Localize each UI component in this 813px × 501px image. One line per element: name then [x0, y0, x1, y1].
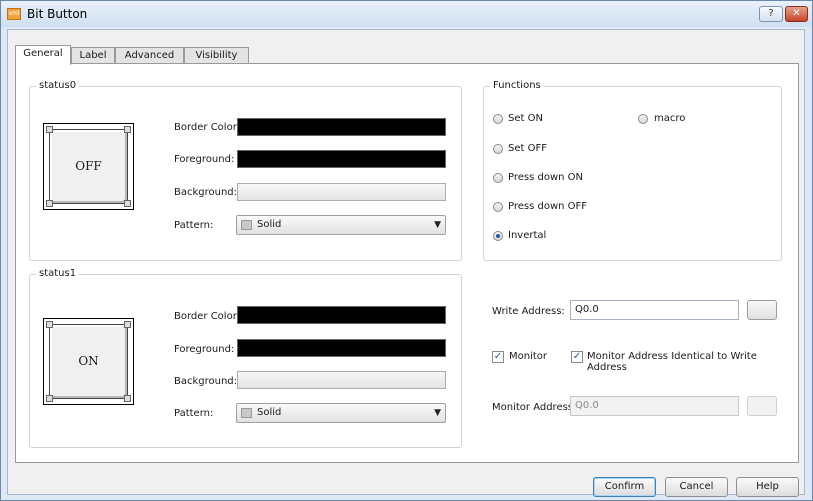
status1-title: status1 [36, 268, 80, 279]
status1-group: status1 ON Border Color: Foreground: Bac… [29, 268, 462, 448]
pattern-label: Pattern: [174, 220, 214, 231]
radio-invertal[interactable] [493, 231, 503, 241]
radio-press-down-on-label[interactable]: Press down ON [508, 172, 583, 183]
radio-set-on-label[interactable]: Set ON [508, 113, 543, 124]
status0-background-swatch[interactable] [237, 183, 446, 201]
corner-handle-icon [46, 126, 53, 133]
corner-handle-icon [46, 395, 53, 402]
general-tab-panel: status0 OFF Border Color: Foreground: Ba… [15, 63, 799, 463]
help-title-button[interactable]: ? [759, 6, 783, 22]
corner-handle-icon [124, 321, 131, 328]
cancel-button[interactable]: Cancel [665, 477, 728, 497]
radio-set-off-label[interactable]: Set OFF [508, 143, 547, 154]
monitor-checkbox-label[interactable]: Monitor [509, 351, 547, 362]
foreground-label: Foreground: [174, 154, 235, 165]
status0-preview: OFF [43, 123, 134, 210]
radio-press-down-off[interactable] [493, 202, 503, 212]
radio-macro[interactable] [638, 114, 648, 124]
title-bar[interactable]: xml Bit Button ? ✕ [1, 1, 812, 27]
status0-pattern-select[interactable]: Solid ▼ [236, 215, 446, 235]
pattern-swatch-icon [241, 220, 252, 230]
background-label: Background: [174, 187, 238, 198]
border-color-label: Border Color: [174, 122, 241, 133]
status0-preview-button: OFF [49, 129, 128, 204]
status1-preview-button: ON [49, 324, 128, 399]
write-address-input[interactable]: Q0.0 [570, 300, 739, 320]
status1-border-color-swatch[interactable] [237, 306, 446, 324]
identical-address-label[interactable]: Monitor Address Identical to Write Addre… [587, 351, 798, 373]
radio-set-on[interactable] [493, 114, 503, 124]
radio-set-off[interactable] [493, 144, 503, 154]
write-address-label: Write Address: [492, 306, 565, 317]
corner-handle-icon [46, 321, 53, 328]
chevron-down-icon: ▼ [434, 220, 441, 230]
status1-background-swatch[interactable] [237, 371, 446, 389]
corner-handle-icon [124, 200, 131, 207]
monitor-address-input[interactable]: Q0.0 [570, 396, 739, 416]
status1-preview-text: ON [78, 354, 99, 368]
monitor-address-label: Monitor Address: [492, 402, 577, 413]
chevron-down-icon: ▼ [434, 408, 441, 418]
status1-foreground-swatch[interactable] [237, 339, 446, 357]
status0-group: status0 OFF Border Color: Foreground: Ba… [29, 80, 462, 261]
monitor-checkbox[interactable]: ✓ [492, 351, 504, 363]
status0-pattern-value: Solid [257, 219, 282, 230]
corner-handle-icon [46, 200, 53, 207]
foreground-label: Foreground: [174, 344, 235, 355]
status0-preview-text: OFF [75, 159, 102, 173]
pattern-label: Pattern: [174, 408, 214, 419]
functions-title: Functions [490, 80, 544, 91]
status0-title: status0 [36, 80, 80, 91]
status1-preview: ON [43, 318, 134, 405]
app-icon: xml [7, 8, 21, 20]
background-label: Background: [174, 376, 238, 387]
status0-foreground-swatch[interactable] [237, 150, 446, 168]
tab-visibility[interactable]: Visibility [184, 47, 249, 64]
help-button[interactable]: Help [736, 477, 799, 497]
pattern-swatch-icon [241, 408, 252, 418]
confirm-button[interactable]: Confirm [593, 477, 656, 497]
radio-macro-label[interactable]: macro [654, 113, 685, 124]
functions-group: Functions Set ON Set OFF Press down ON P… [483, 80, 782, 261]
border-color-label: Border Color: [174, 311, 241, 322]
radio-press-down-off-label[interactable]: Press down OFF [508, 201, 587, 212]
status1-pattern-select[interactable]: Solid ▼ [236, 403, 446, 423]
tab-advanced[interactable]: Advanced [115, 47, 184, 64]
status1-pattern-value: Solid [257, 407, 282, 418]
close-button[interactable]: ✕ [785, 6, 808, 22]
tab-label[interactable]: Label [71, 47, 115, 64]
tab-general[interactable]: General [15, 45, 71, 65]
write-address-browse-button[interactable] [747, 300, 777, 320]
monitor-address-browse-button[interactable] [747, 396, 777, 416]
radio-invertal-label[interactable]: Invertal [508, 230, 546, 241]
corner-handle-icon [124, 395, 131, 402]
identical-address-checkbox[interactable]: ✓ [571, 351, 583, 363]
radio-press-down-on[interactable] [493, 173, 503, 183]
corner-handle-icon [124, 126, 131, 133]
status0-border-color-swatch[interactable] [237, 118, 446, 136]
window-title: Bit Button [27, 7, 88, 21]
